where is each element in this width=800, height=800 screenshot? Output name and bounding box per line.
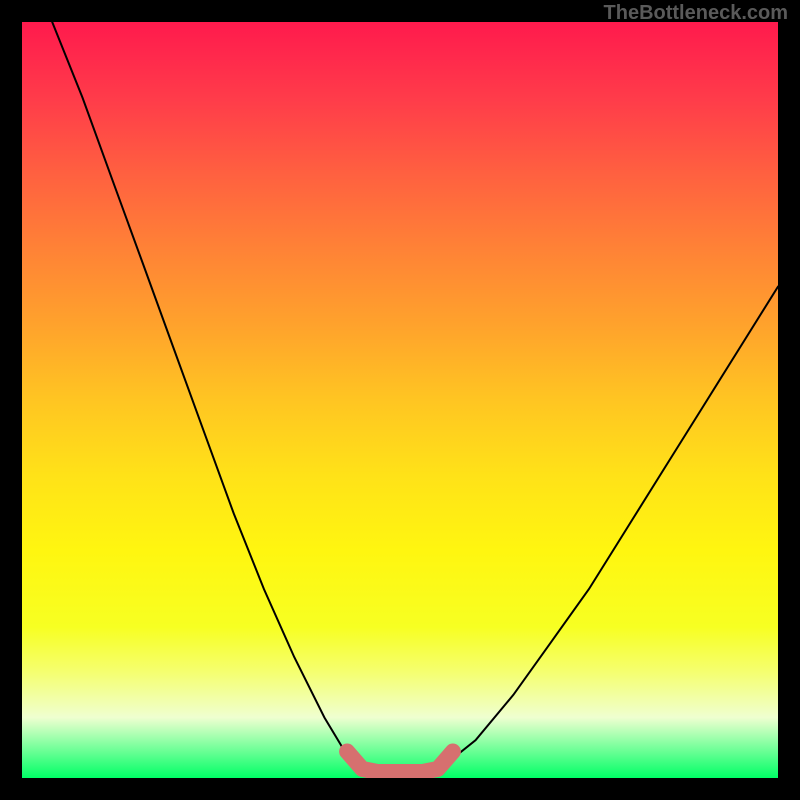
curve-layer xyxy=(22,22,778,778)
plot-area xyxy=(22,22,778,778)
right-curve xyxy=(438,287,778,771)
chart-container: TheBottleneck.com xyxy=(0,0,800,800)
left-curve xyxy=(52,22,362,770)
trough-highlight xyxy=(347,752,453,773)
watermark-text: TheBottleneck.com xyxy=(604,2,788,25)
